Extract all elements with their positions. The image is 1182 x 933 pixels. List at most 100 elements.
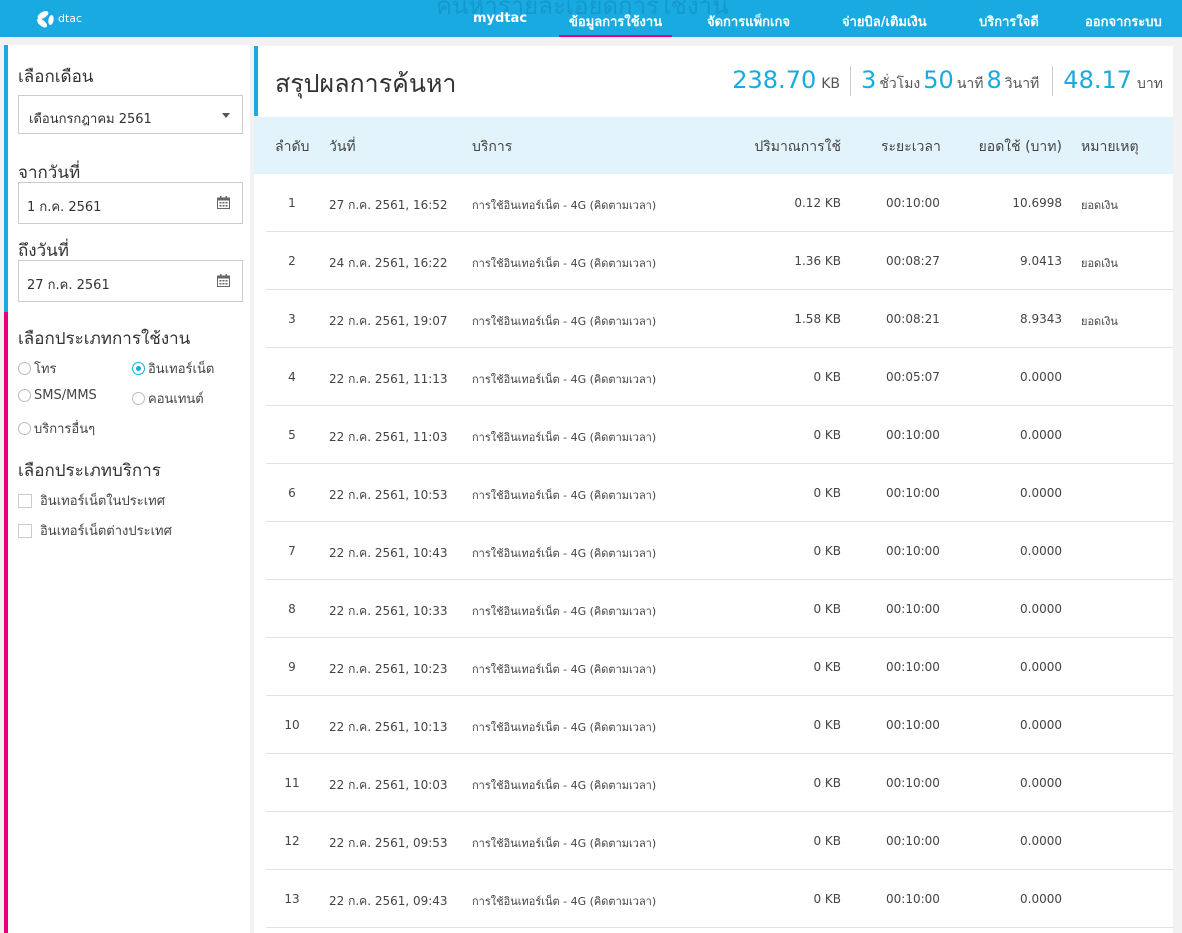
table-row: 8 22 ก.ค. 2561, 10:33 การใช้อินเทอร์เน็ต -… [266,580,1173,638]
cell-date: 22 ก.ค. 2561, 09:43 [329,894,448,908]
nav-pay-bill-topup[interactable]: จ่ายบิล/เติมเงิน [842,11,927,32]
summary-divider [850,66,852,96]
cell-no: 2 [288,254,296,268]
col-header-no: ลำดับ [275,139,310,155]
to-date-value: 27 ก.ค. 2561 [27,278,110,293]
radio-label: SMS/MMS [34,388,97,403]
nav-mydtac[interactable]: mydtac [473,11,527,26]
cell-amount: 0.0000 [1020,486,1062,500]
cell-amount: 8.9343 [1020,312,1062,326]
cell-service: การใช้อินเทอร์เน็ต - 4G (คิดตามเวลา) [472,895,657,908]
cell-volume: 0 KB [813,718,841,732]
cell-volume: 0 KB [813,370,841,384]
cell-volume: 0.12 KB [794,196,841,210]
cell-date: 22 ก.ค. 2561, 10:33 [329,604,448,618]
usage-type-label: เลือกประเภทการใช้งาน [18,329,191,349]
from-date-input[interactable]: 1 ก.ค. 2561 [18,182,243,224]
usage-summary: 238.70 KB 3 ชั่วโมง 50 นาที 8 วินาที 48.… [732,66,1163,96]
cell-volume: 1.36 KB [794,254,841,268]
cell-volume: 0 KB [813,892,841,906]
col-header-note: หมายเหตุ [1081,139,1139,155]
cell-service: การใช้อินเทอร์เน็ต - 4G (คิดตามเวลา) [472,721,657,734]
col-header-service: บริการ [472,139,513,155]
radio-content[interactable]: คอนเทนต์ [132,388,204,409]
radio-sms-mms[interactable]: SMS/MMS [18,388,97,403]
cell-date: 22 ก.ค. 2561, 09:53 [329,836,448,850]
radio-call[interactable]: โทร [18,358,57,379]
table-row: 12 22 ก.ค. 2561, 09:53 การใช้อินเทอร์เน็ต … [266,812,1173,870]
cell-note: ยอดเงิน [1081,199,1118,212]
nav-kind-services[interactable]: บริการใจดี [979,11,1039,32]
dtac-propeller-icon [34,8,58,30]
cell-date: 22 ก.ค. 2561, 10:03 [329,778,448,792]
radio-button-checked[interactable] [132,362,145,375]
dtac-logo[interactable]: dtac [34,8,82,30]
cell-amount: 9.0413 [1020,254,1062,268]
to-date-input[interactable]: 27 ก.ค. 2561 [18,260,243,302]
summary-hours: 3 [861,66,877,94]
table-row: 11 22 ก.ค. 2561, 10:03 การใช้อินเทอร์เน็ต … [266,754,1173,812]
calendar-icon[interactable] [217,196,230,209]
radio-button[interactable] [18,362,31,375]
cell-date: 27 ก.ค. 2561, 16:52 [329,198,448,212]
cell-amount: 0.0000 [1020,834,1062,848]
cell-date: 22 ก.ค. 2561, 10:13 [329,720,448,734]
cell-service: การใช้อินเทอร์เน็ต - 4G (คิดตามเวลา) [472,315,657,328]
radio-label: โทร [34,362,57,377]
cell-amount: 0.0000 [1020,892,1062,906]
cell-service: การใช้อินเทอร์เน็ต - 4G (คิดตามเวลา) [472,605,657,618]
cell-amount: 0.0000 [1020,370,1062,384]
results-title: สรุปผลการค้นหา [275,69,457,98]
radio-button[interactable] [18,422,31,435]
month-select[interactable]: เดือนกรกฎาคม 2561 [18,95,243,134]
cell-duration: 00:10:00 [886,892,940,906]
checkbox[interactable] [18,493,32,508]
calendar-icon[interactable] [217,274,230,287]
cell-note: ยอดเงิน [1081,257,1118,270]
sidebar-accent-blue [4,45,8,312]
radio-other-services[interactable]: บริการอื่นๆ [18,418,95,439]
radio-button[interactable] [18,389,31,402]
cell-duration: 00:10:00 [886,718,940,732]
table-header: ลำดับ วันที่ บริการ ปริมาณการใช้ ระยะเวล… [254,117,1173,174]
cell-volume: 0 KB [813,602,841,616]
cell-duration: 00:10:00 [886,834,940,848]
summary-amount: 48.17 [1063,66,1133,94]
radio-label: บริการอื่นๆ [34,422,96,437]
cell-volume: 0 KB [813,776,841,790]
checkbox-label: อินเทอร์เน็ตในประเทศ [40,494,165,509]
cell-no: 12 [284,834,300,848]
table-row: 7 22 ก.ค. 2561, 10:43 การใช้อินเทอร์เน็ต -… [266,522,1173,580]
table-row: 1 27 ก.ค. 2561, 16:52 การใช้อินเทอร์เน็ต -… [266,174,1173,232]
cell-duration: 00:10:00 [886,602,940,616]
cell-duration: 00:05:07 [886,370,940,384]
cell-date: 22 ก.ค. 2561, 10:43 [329,546,448,560]
table-row: 13 22 ก.ค. 2561, 09:43 การใช้อินเทอร์เน็ต … [266,870,1173,928]
summary-divider [1052,66,1054,96]
cell-date: 24 ก.ค. 2561, 16:22 [329,256,448,270]
cell-volume: 0 KB [813,834,841,848]
cell-duration: 00:10:00 [886,196,940,210]
cell-service: การใช้อินเทอร์เน็ต - 4G (คิดตามเวลา) [472,547,657,560]
month-select-value: เดือนกรกฎาคม 2561 [29,112,152,127]
cell-volume: 0 KB [813,486,841,500]
chevron-down-icon [222,113,230,118]
cell-amount: 0.0000 [1020,660,1062,674]
radio-internet[interactable]: อินเทอร์เน็ต [132,358,214,379]
cell-volume: 1.58 KB [794,312,841,326]
checkbox-domestic-internet[interactable]: อินเทอร์เน็ตในประเทศ [18,490,165,511]
cell-service: การใช้อินเทอร์เน็ต - 4G (คิดตามเวลา) [472,199,657,212]
checkbox-label: อินเทอร์เน็ตต่างประเทศ [40,524,172,539]
nav-manage-package[interactable]: จัดการแพ็กเกจ [707,11,790,32]
cell-no: 13 [284,892,300,906]
checkbox[interactable] [18,523,32,538]
nav-logout[interactable]: ออกจากระบบ [1085,11,1162,32]
filter-sidebar: เลือกเดือน เดือนกรกฎาคม 2561 จากวันที่ 1… [4,45,250,933]
radio-button[interactable] [132,392,145,405]
cell-no: 7 [288,544,296,558]
cell-service: การใช้อินเทอร์เน็ต - 4G (คิดตามเวลา) [472,489,657,502]
table-row: 3 22 ก.ค. 2561, 19:07 การใช้อินเทอร์เน็ต -… [266,290,1173,348]
checkbox-international-internet[interactable]: อินเทอร์เน็ตต่างประเทศ [18,520,172,541]
cell-service: การใช้อินเทอร์เน็ต - 4G (คิดตามเวลา) [472,837,657,850]
nav-usage-info[interactable]: ข้อมูลการใช้งาน [558,11,673,37]
